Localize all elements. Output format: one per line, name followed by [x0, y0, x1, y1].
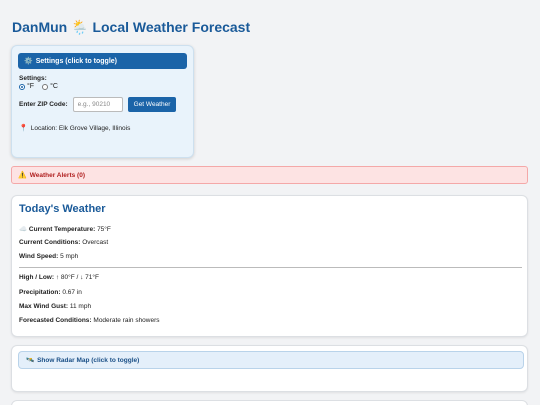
- current-conditions-value: Overcast: [82, 239, 109, 246]
- zip-input[interactable]: [72, 97, 123, 112]
- forecasted-conditions-label: Forecasted Conditions:: [19, 317, 92, 324]
- current-temperature-row: ☁️ Current Temperature: 75°F: [19, 225, 111, 233]
- settings-card: ⚙️ Settings (click to toggle) Settings: …: [11, 45, 194, 158]
- high-low-value: ↑ 80°F / ↓ 71°F: [55, 274, 99, 281]
- settings-toggle-button[interactable]: ⚙️ Settings (click to toggle): [18, 53, 187, 69]
- sun-behind-rain-cloud-icon: 🌦️: [71, 19, 89, 35]
- weather-alerts-toggle[interactable]: ⚠️ Weather Alerts (0): [11, 166, 528, 184]
- current-conditions-label: Current Conditions:: [19, 239, 81, 246]
- wind-speed-value: 5 mph: [60, 253, 79, 260]
- celsius-label: °C: [50, 83, 58, 90]
- forecasted-conditions-value: Moderate rain showers: [93, 317, 160, 324]
- celsius-radio[interactable]: [42, 83, 49, 90]
- get-weather-button[interactable]: Get Weather: [127, 97, 177, 112]
- pin-icon: 📍: [19, 125, 28, 132]
- gear-icon: ⚙️: [24, 58, 33, 65]
- high-low-label: High / Low:: [19, 274, 55, 281]
- precipitation-row: Precipitation: 0.67 in: [19, 289, 82, 296]
- radar-card: 🛰️ Show Radar Map (click to toggle): [11, 345, 528, 392]
- satellite-icon: 🛰️: [26, 357, 35, 364]
- unit-celsius-option[interactable]: °C: [42, 83, 58, 90]
- todays-weather-card: Today's Weather ☁️ Current Temperature: …: [11, 195, 528, 337]
- page-title: DanMun 🌦️ Local Weather Forecast: [12, 19, 250, 36]
- settings-label: Settings:: [19, 75, 47, 82]
- zip-label: Enter ZIP Code:: [19, 101, 68, 108]
- cloud-icon: ☁️: [19, 226, 28, 233]
- settings-toggle-label: Settings (click to toggle): [35, 57, 118, 65]
- unit-fahrenheit-option[interactable]: °F: [19, 83, 34, 90]
- next-section-card: [11, 400, 528, 405]
- weather-alerts-label: Weather Alerts (0): [29, 171, 85, 179]
- location-text: Location: Elk Grove Village, Illinois: [30, 124, 131, 132]
- precipitation-value: 0.67 in: [62, 289, 82, 296]
- fahrenheit-radio[interactable]: [19, 83, 25, 90]
- max-wind-gust-row: Max Wind Gust: 11 mph: [19, 303, 91, 310]
- current-temperature-value: 75°F: [97, 226, 111, 233]
- max-wind-gust-label: Max Wind Gust:: [19, 303, 69, 310]
- wind-speed-label: Wind Speed:: [19, 253, 59, 260]
- unit-radio-group: °F °C: [19, 83, 64, 90]
- radar-toggle-label: Show Radar Map (click to toggle): [37, 356, 140, 364]
- todays-weather-title: Today's Weather: [19, 203, 106, 215]
- radar-toggle-button[interactable]: 🛰️ Show Radar Map (click to toggle): [18, 351, 524, 369]
- page-title-text: Local Weather Forecast: [92, 19, 251, 35]
- high-low-row: High / Low: ↑ 80°F / ↓ 71°F: [19, 274, 99, 281]
- forecasted-conditions-row: Forecasted Conditions: Moderate rain sho…: [19, 317, 160, 324]
- fahrenheit-label: °F: [27, 83, 35, 90]
- max-wind-gust-value: 11 mph: [69, 303, 92, 310]
- warning-icon: ⚠️: [18, 172, 27, 179]
- wind-speed-row: Wind Speed: 5 mph: [19, 253, 78, 260]
- precipitation-label: Precipitation:: [19, 289, 61, 296]
- divider: [19, 267, 522, 268]
- current-temperature-label: Current Temperature:: [28, 226, 96, 233]
- zip-row: Enter ZIP Code: Get Weather: [19, 97, 177, 112]
- app-name: DanMun: [12, 19, 68, 35]
- location-line: 📍 Location: Elk Grove Village, Illinois: [19, 124, 131, 133]
- current-conditions-row: Current Conditions: Overcast: [19, 239, 108, 246]
